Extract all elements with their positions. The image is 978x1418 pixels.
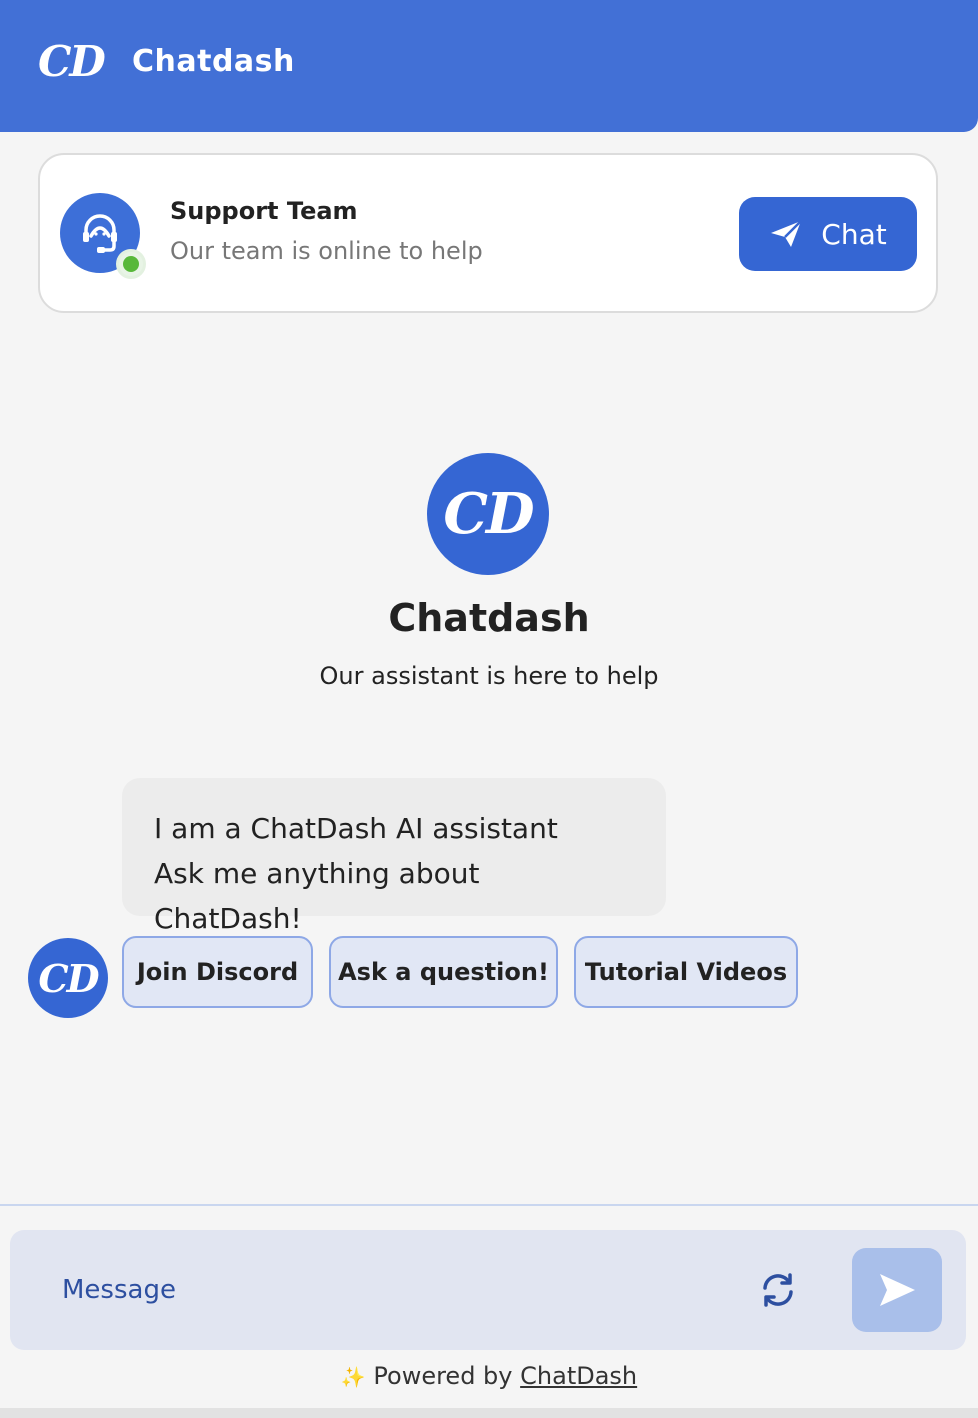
send-icon xyxy=(880,1274,915,1306)
chatdash-logo: CD xyxy=(38,37,106,86)
quick-reply-tutorial-videos[interactable]: Tutorial Videos xyxy=(574,936,798,1008)
footer-brand-link[interactable]: ChatDash xyxy=(520,1362,637,1390)
online-status-dot xyxy=(116,249,146,279)
paper-plane-icon xyxy=(771,220,803,247)
footer-prefix: Powered by xyxy=(373,1362,513,1390)
footer: ✨ Powered by ChatDash xyxy=(0,1362,978,1390)
assistant-avatar: CD xyxy=(28,938,108,1018)
hero-title: Chatdash xyxy=(388,596,590,640)
header-title: Chatdash xyxy=(132,44,295,79)
message-line: I am a ChatDash AI assistant xyxy=(154,812,558,845)
quick-reply-ask-question[interactable]: Ask a question! xyxy=(329,936,558,1008)
chat-button[interactable]: Chat xyxy=(739,197,917,271)
refresh-icon[interactable] xyxy=(750,1266,806,1314)
composer-divider xyxy=(0,1204,978,1206)
hero-logo: CD xyxy=(427,453,549,575)
hero-subtitle: Our assistant is here to help xyxy=(319,662,659,690)
sparkle-icon: ✨ xyxy=(340,1365,366,1389)
bottom-bar xyxy=(0,1408,978,1418)
message-input[interactable] xyxy=(62,1260,702,1320)
message-composer xyxy=(10,1230,966,1350)
chat-button-label: Chat xyxy=(821,217,887,251)
send-button[interactable] xyxy=(852,1248,942,1332)
message-line: Ask me anything about ChatDash! xyxy=(154,857,480,935)
support-card: Support Team Our team is online to help … xyxy=(38,153,938,313)
assistant-message-bubble: I am a ChatDash AI assistant Ask me anyt… xyxy=(122,778,666,935)
header: CD Chatdash xyxy=(0,0,978,132)
support-team-name: Support Team xyxy=(170,197,358,225)
quick-reply-join-discord[interactable]: Join Discord xyxy=(122,936,313,1008)
support-team-status: Our team is online to help xyxy=(170,237,483,265)
